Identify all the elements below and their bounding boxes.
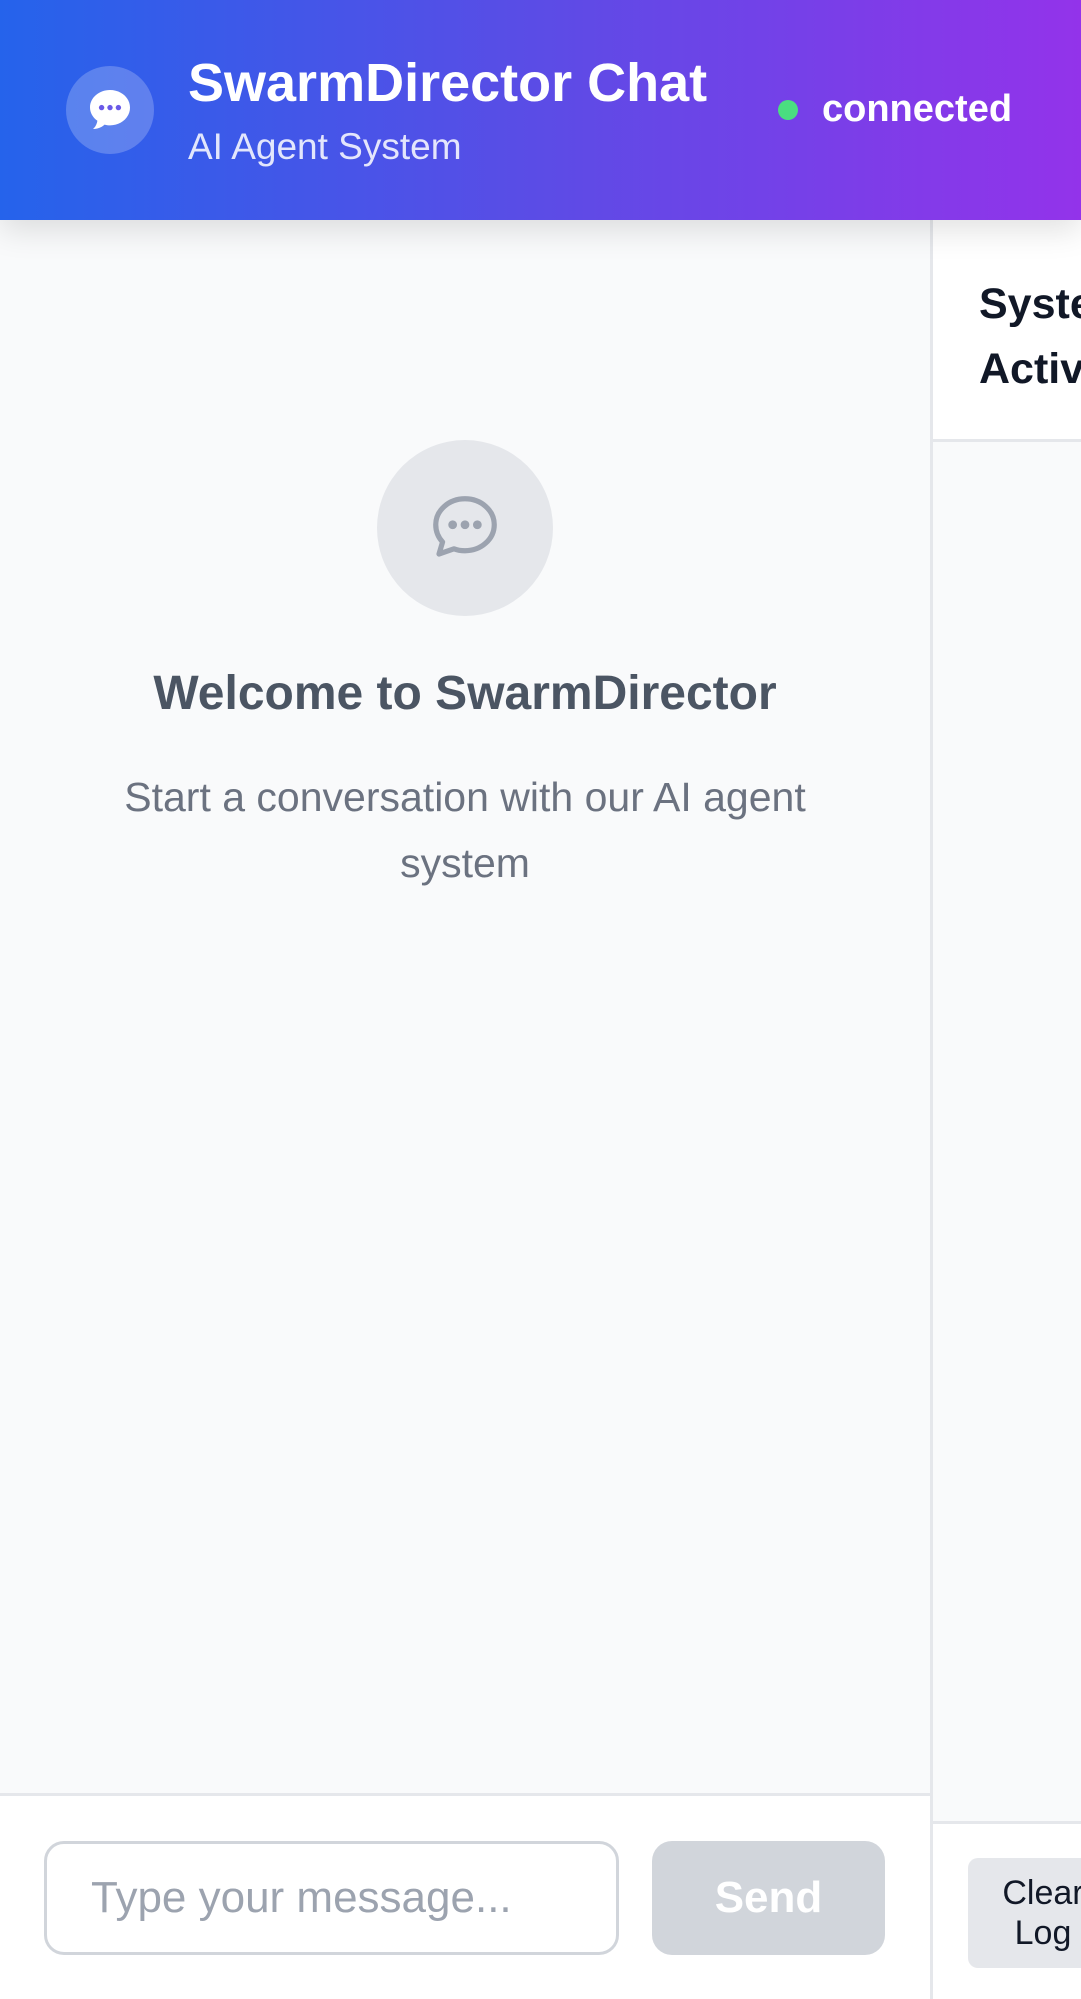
clear-log-button[interactable]: Clear Log xyxy=(968,1858,1081,1968)
status-label: connected xyxy=(822,88,1013,130)
app-title: SwarmDirector Chat xyxy=(188,53,708,113)
chat-messages-area: Welcome to SwarmDirector Start a convers… xyxy=(0,220,930,1793)
welcome-chat-icon xyxy=(377,440,553,616)
panel-title: System Activity xyxy=(979,280,1081,393)
message-input[interactable] xyxy=(44,1841,619,1955)
welcome-text: Start a conversation with our AI agent s… xyxy=(124,774,806,886)
app-header: SwarmDirector Chat AI Agent System conne… xyxy=(0,0,1081,220)
message-composer: Send xyxy=(0,1793,930,1999)
panel-header: System Activity xyxy=(933,220,1081,442)
system-activity-panel: System Activity Clear Log xyxy=(930,220,1081,1999)
send-button[interactable]: Send xyxy=(652,1841,885,1955)
status-dot-icon xyxy=(778,99,798,120)
app-root: SwarmDirector Chat AI Agent System conne… xyxy=(0,0,1081,1999)
welcome-title: Welcome to SwarmDirector xyxy=(153,667,777,720)
app-subtitle: AI Agent System xyxy=(188,126,462,167)
panel-footer: Clear Log xyxy=(933,1821,1081,1999)
connection-status: connected xyxy=(778,88,1012,131)
chat-logo-icon xyxy=(66,66,154,154)
